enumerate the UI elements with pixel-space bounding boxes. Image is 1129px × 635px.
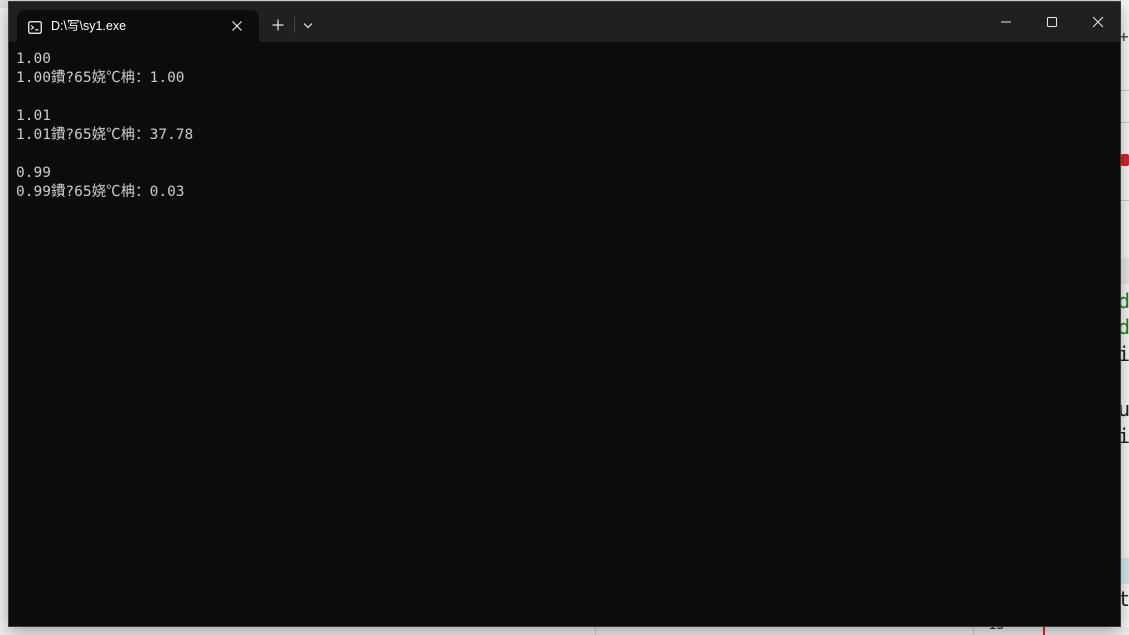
desktop: + d d i u i t 15 D:\写\sy xyxy=(0,0,1129,635)
close-icon xyxy=(232,21,242,31)
console-line: 1.00鐨?65娆℃柟：1.00 xyxy=(16,70,185,86)
console-line: 1.01鐨?65娆℃柟：37.78 xyxy=(16,127,194,143)
title-bar[interactable]: D:\写\sy1.exe xyxy=(9,2,1120,42)
console-line: 1.01 xyxy=(16,108,51,124)
console-line: 0.99 xyxy=(16,165,51,181)
console-line: 1.00 xyxy=(16,51,51,67)
chevron-down-icon xyxy=(303,23,313,29)
minimize-button[interactable] xyxy=(984,6,1028,38)
plus-icon xyxy=(272,19,284,31)
tab-title: D:\写\sy1.exe xyxy=(51,19,127,33)
console-icon xyxy=(28,19,42,34)
close-tab-button[interactable] xyxy=(229,18,245,34)
console-line: 0.99鐨?65娆℃柟：0.03 xyxy=(16,184,185,200)
terminal-window: D:\写\sy1.exe 1.00 1.00鐨?65娆℃柟：1.00 1.01 … xyxy=(8,1,1121,627)
close-window-button[interactable] xyxy=(1076,6,1120,38)
maximize-button[interactable] xyxy=(1030,6,1074,38)
new-tab-button[interactable] xyxy=(267,14,289,36)
background-editor-bottom-strip: 15 xyxy=(0,617,1129,635)
tab-dropdown-button[interactable] xyxy=(297,14,319,36)
background-error-marker-icon xyxy=(1121,154,1129,166)
close-icon xyxy=(1092,16,1104,28)
maximize-icon xyxy=(1047,17,1057,27)
tab-separator xyxy=(294,17,295,33)
tab-sy1-exe[interactable]: D:\写\sy1.exe xyxy=(17,10,259,42)
console-output[interactable]: 1.00 1.00鐨?65娆℃柟：1.00 1.01 1.01鐨?65娆℃柟：3… xyxy=(16,50,1106,620)
minimize-icon xyxy=(1001,21,1011,23)
